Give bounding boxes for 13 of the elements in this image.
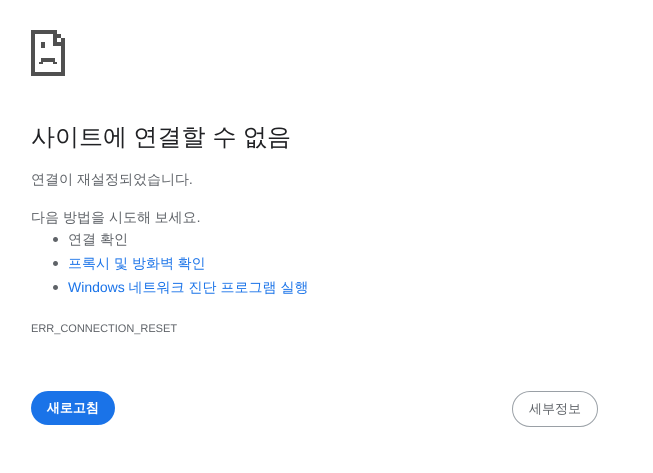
suggestions-intro: 다음 방법을 시도해 보세요.: [31, 208, 202, 227]
bullet-icon: [53, 236, 58, 242]
details-button[interactable]: 세부정보: [512, 391, 598, 427]
bullet-icon: [53, 260, 58, 266]
suggestion-link[interactable]: 프록시 및 방화벽 확인: [68, 253, 206, 273]
reload-button[interactable]: 새로고침: [31, 391, 115, 425]
sad-page-icon: [31, 30, 65, 76]
error-code: ERR_CONNECTION_RESET: [31, 322, 178, 337]
bullet-icon: [53, 284, 58, 290]
error-summary: 연결이 재설정되었습니다.: [31, 170, 194, 189]
suggestion-text: 연결 확인: [68, 230, 128, 249]
suggestion-link[interactable]: Windows 네트워크 진단 프로그램 실행: [68, 277, 308, 297]
error-heading: 사이트에 연결할 수 없음: [31, 123, 292, 153]
